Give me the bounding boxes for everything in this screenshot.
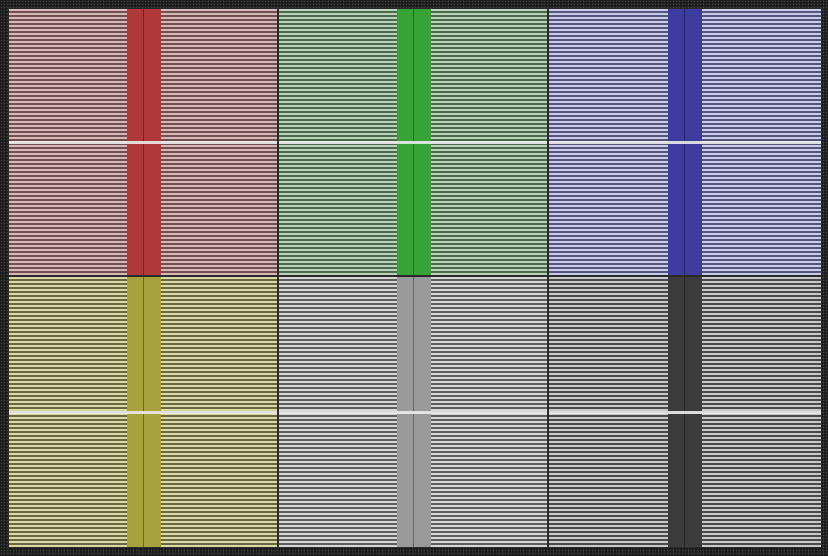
dark-stripe-panel (548, 276, 822, 548)
gray-stripe-panel (278, 276, 548, 548)
red-stripe-panel (8, 8, 278, 276)
yellow-horizontal-gap (9, 411, 277, 414)
blue-stripe-panel (548, 8, 822, 276)
green-horizontal-gap (279, 141, 547, 144)
dark-horizontal-gap (549, 411, 821, 414)
gray-horizontal-gap (279, 411, 547, 414)
color-stripe-test-grid (8, 8, 822, 548)
green-stripe-panel (278, 8, 548, 276)
blue-horizontal-gap (549, 141, 821, 144)
red-horizontal-gap (9, 141, 277, 144)
yellow-stripe-panel (8, 276, 278, 548)
